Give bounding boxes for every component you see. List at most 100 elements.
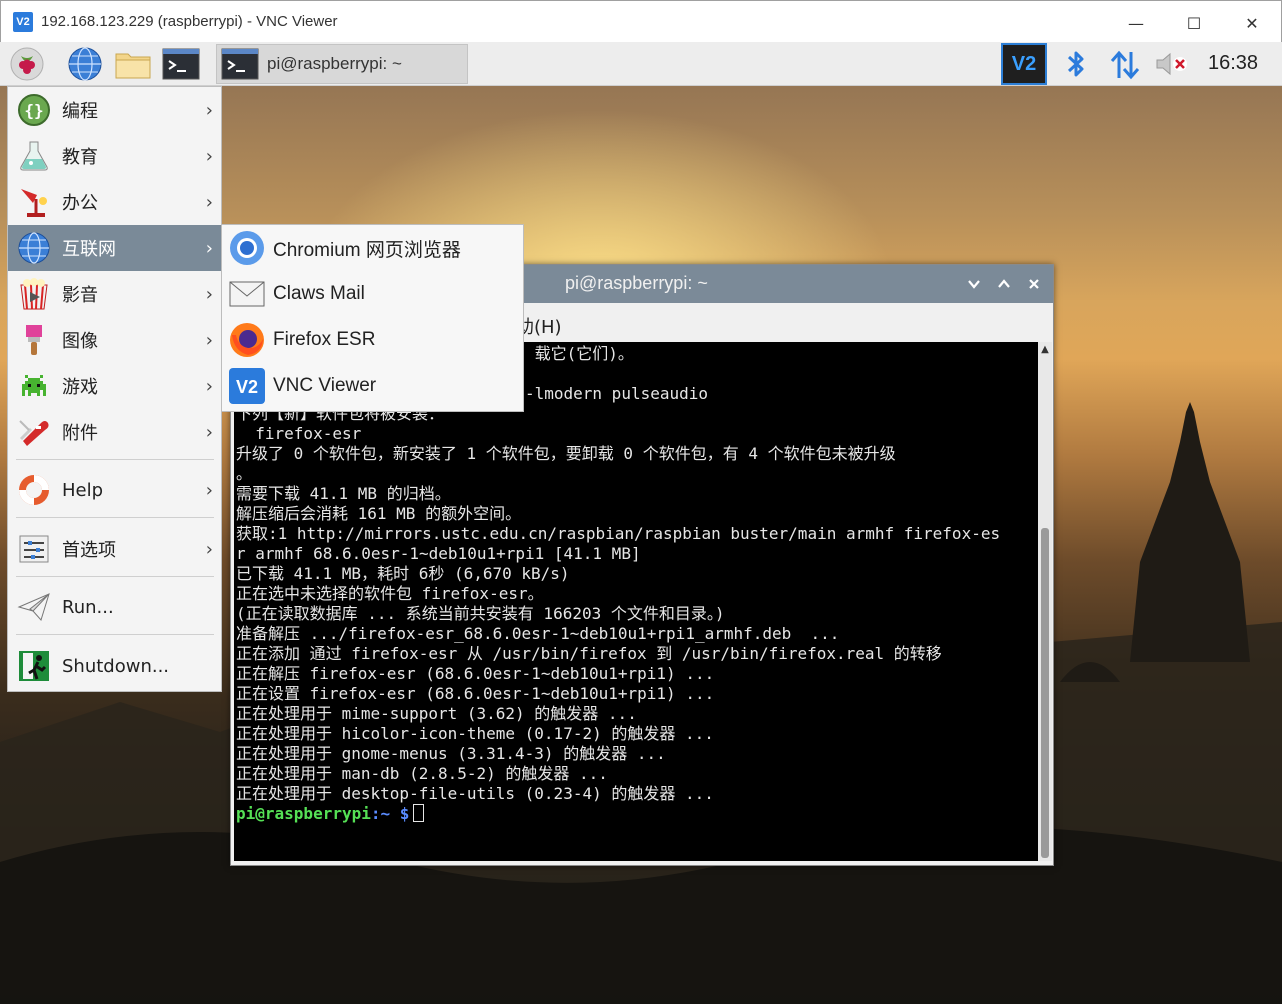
menu-item-graphics[interactable]: 图像 › xyxy=(8,317,221,363)
menu-item-label: Help xyxy=(62,479,104,501)
menu-item-preferences[interactable]: 首选项 › xyxy=(8,526,221,572)
application-menu: {} 编程 › 教育 › 办公 › 互联网 › 影音 › 图像 › 游戏 › 附件 › Help › 首选项 › Run.… xyxy=(7,86,222,692)
terminal-line: (正在读取数据库 ... 系统当前共安装有 166203 个文件和目录。) xyxy=(236,604,725,623)
shutdown-icon xyxy=(14,646,54,686)
menu-item-label: 办公 xyxy=(62,193,98,214)
submenu-item-label: Firefox ESR xyxy=(273,329,376,350)
terminal-scrollbar[interactable]: ▲ xyxy=(1038,342,1052,861)
terminal-line: 正在处理用于 mime-support (3.62) 的触发器 ... xyxy=(236,704,637,723)
run-icon xyxy=(14,587,54,627)
text-cursor xyxy=(413,804,425,822)
globe-icon xyxy=(14,228,54,268)
bluetooth-icon[interactable] xyxy=(1062,48,1090,80)
network-icon[interactable] xyxy=(1108,48,1142,82)
taskbar-task-label: pi@raspberrypi: ~ xyxy=(267,54,402,73)
mail-icon xyxy=(227,274,267,314)
submenu-item-vnc[interactable]: V2 VNC Viewer xyxy=(222,363,523,409)
globe-icon[interactable] xyxy=(66,45,104,83)
chevron-right-icon: › xyxy=(205,538,213,560)
terminal-line: 已下载 41.1 MB，耗时 6秒 (6,670 kB/s) xyxy=(236,564,570,583)
menu-item-help[interactable]: Help › xyxy=(8,467,221,513)
chevron-up-icon xyxy=(998,279,1010,288)
menu-item-media[interactable]: 影音 › xyxy=(8,271,221,317)
terminal-prompt[interactable]: pi@raspberrypi:~ $ xyxy=(236,804,1036,824)
terminal-line: 正在处理用于 man-db (2.8.5-2) 的触发器 ... xyxy=(236,764,608,783)
submenu-item-label: VNC Viewer xyxy=(273,375,377,396)
menu-item-education[interactable]: 教育 › xyxy=(8,133,221,179)
menu-item-games[interactable]: 游戏 › xyxy=(8,363,221,409)
chevron-right-icon: › xyxy=(205,375,213,397)
submenu-item-label: Claws Mail xyxy=(273,283,365,304)
terminal-output: 载它(它们)。 -lmodern pulseaudio 下列【新】软件包将被安装：… xyxy=(236,344,1036,824)
menu-separator xyxy=(16,517,214,518)
menu-item-run[interactable]: Run... xyxy=(8,584,221,630)
menu-item-label: Run... xyxy=(62,596,114,618)
svg-text:V2: V2 xyxy=(236,377,258,397)
terminal-line: 准备解压 .../firefox-esr_68.6.0esr-1~deb10u1… xyxy=(236,624,840,643)
vnc-icon: V2 xyxy=(227,366,267,406)
minimize-button[interactable]: — xyxy=(1113,9,1159,37)
terminal-line: 正在设置 firefox-esr (68.6.0esr-1~deb10u1+rp… xyxy=(236,684,715,703)
chromium-icon xyxy=(227,228,267,268)
education-icon xyxy=(14,136,54,176)
terminal-screen[interactable]: 载它(它们)。 -lmodern pulseaudio 下列【新】软件包将被安装：… xyxy=(234,342,1038,861)
accessories-icon xyxy=(14,412,54,452)
vnc-logo-icon: V2 xyxy=(13,12,33,32)
chevron-right-icon: › xyxy=(205,421,213,443)
chevron-down-icon xyxy=(968,280,980,289)
menu-item-label: 编程 xyxy=(62,101,98,122)
terminal-close-button[interactable] xyxy=(1023,273,1045,295)
terminal-line: 获取:1 http://mirrors.ustc.edu.cn/raspbian… xyxy=(236,524,1001,543)
help-icon xyxy=(14,470,54,510)
submenu-item-firefox[interactable]: Firefox ESR xyxy=(222,317,523,363)
graphics-icon xyxy=(14,320,54,360)
taskbar-terminal-task[interactable]: pi@raspberrypi: ~ xyxy=(216,44,468,84)
submenu-item-chromium[interactable]: Chromium 网页浏览器 xyxy=(222,225,523,271)
internet-submenu: Chromium 网页浏览器 Claws Mail Firefox ESR V2 VNC… xyxy=(221,224,524,412)
clock[interactable]: 16:38 xyxy=(1208,52,1258,75)
remote-desktop[interactable]: pi@raspberrypi: ~ V2 16:38 pi@raspberryp… xyxy=(0,42,1282,1004)
terminal-line: firefox-esr xyxy=(236,424,362,443)
terminal-line: 正在处理用于 desktop-file-utils (0.23-4) 的触发器 … xyxy=(236,784,714,803)
chevron-right-icon: › xyxy=(205,237,213,259)
vnc-window-titlebar[interactable]: V2 192.168.123.229 (raspberrypi) - VNC V… xyxy=(0,0,1282,42)
terminal-minimize-button[interactable] xyxy=(963,273,985,295)
menu-item-label: 影音 xyxy=(62,285,98,306)
firefox-icon xyxy=(227,320,267,360)
terminal-icon[interactable] xyxy=(162,45,200,83)
menu-item-shutdown[interactable]: Shutdown... xyxy=(8,643,221,689)
menu-item-label: 教育 xyxy=(62,147,98,168)
menu-item-office[interactable]: 办公 › xyxy=(8,179,221,225)
chevron-right-icon: › xyxy=(205,479,213,501)
chevron-right-icon: › xyxy=(205,191,213,213)
menu-item-programming[interactable]: {} 编程 › xyxy=(8,87,221,133)
menu-item-globe[interactable]: 互联网 › xyxy=(8,225,221,271)
menu-item-label: Shutdown... xyxy=(62,655,170,677)
submenu-item-label: Chromium 网页浏览器 xyxy=(273,239,461,261)
menu-item-label: 首选项 xyxy=(62,540,116,561)
prompt-path: :~ $ xyxy=(370,804,410,823)
raspberry-icon[interactable] xyxy=(8,45,46,83)
terminal-line: 正在处理用于 gnome-menus (3.31.4-3) 的触发器 ... xyxy=(236,744,666,763)
scrollbar-thumb[interactable] xyxy=(1041,528,1049,858)
terminal-line: 正在处理用于 hicolor-icon-theme (0.17-2) 的触发器 … xyxy=(236,724,714,743)
close-button[interactable]: ✕ xyxy=(1229,9,1275,37)
office-icon xyxy=(14,182,54,222)
prompt-user: pi@raspberrypi xyxy=(236,804,371,823)
folder-icon[interactable] xyxy=(114,45,152,83)
terminal-line: 正在选中未选择的软件包 firefox-esr。 xyxy=(236,584,544,603)
volume-muted-icon[interactable] xyxy=(1154,50,1190,78)
menu-item-label: 图像 xyxy=(62,331,98,352)
media-icon xyxy=(14,274,54,314)
menu-item-label: 游戏 xyxy=(62,377,98,398)
window-title: 192.168.123.229 (raspberrypi) - VNC View… xyxy=(41,13,338,30)
terminal-title: pi@raspberrypi: ~ xyxy=(565,273,708,293)
terminal-icon xyxy=(221,48,259,80)
submenu-item-mail[interactable]: Claws Mail xyxy=(222,271,523,317)
scroll-up-icon[interactable]: ▲ xyxy=(1038,342,1052,356)
maximize-button[interactable]: ☐ xyxy=(1171,9,1217,37)
vnc-server-icon[interactable]: V2 xyxy=(1001,43,1047,85)
menu-item-accessories[interactable]: 附件 › xyxy=(8,409,221,455)
terminal-maximize-button[interactable] xyxy=(993,273,1015,295)
chevron-right-icon: › xyxy=(205,99,213,121)
